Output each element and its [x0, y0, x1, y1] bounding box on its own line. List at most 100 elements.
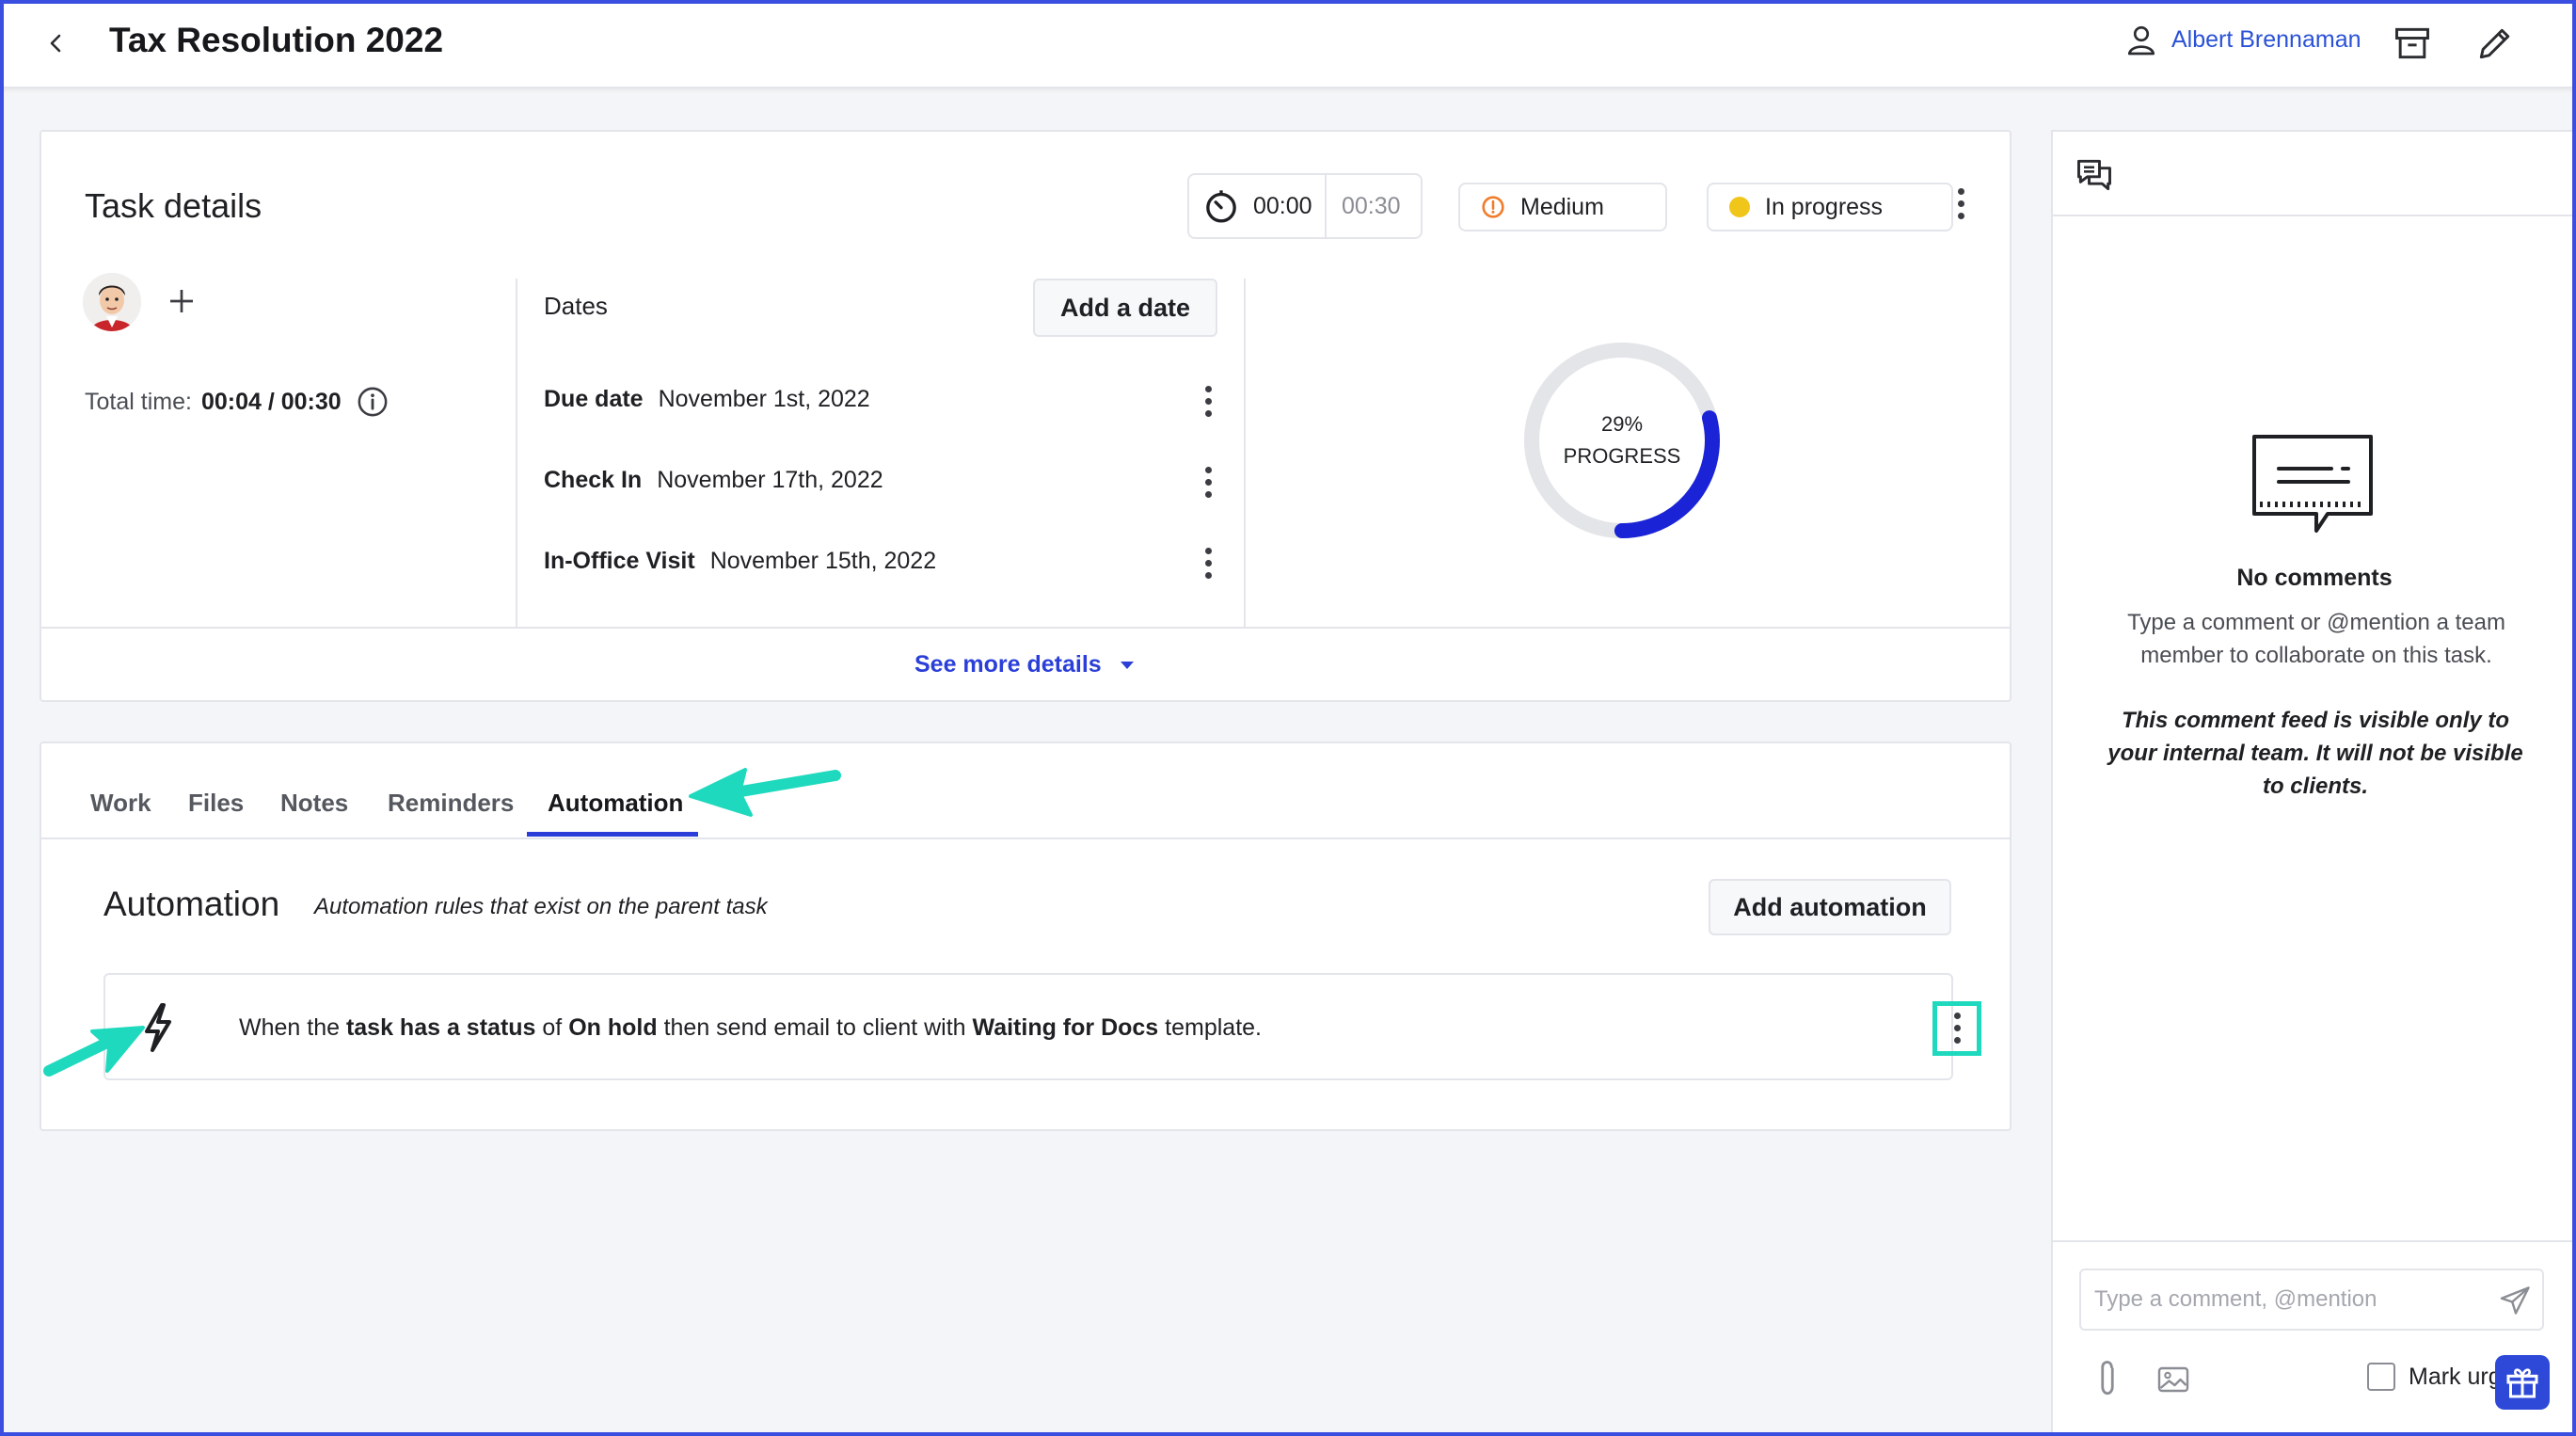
column-divider: [1244, 279, 1246, 627]
date-options-button[interactable]: [1189, 544, 1227, 582]
info-icon[interactable]: [357, 386, 389, 418]
date-label: Due date: [544, 386, 644, 412]
automation-title: Automation: [103, 885, 280, 923]
tab-bar: Work Files Notes Reminders Automation: [41, 743, 2010, 839]
see-more-label: See more details: [914, 651, 1102, 678]
timer-elapsed: 00:00: [1253, 192, 1312, 219]
progress-percent: 29%: [1600, 412, 1644, 436]
date-label: In-Office Visit: [544, 548, 695, 574]
user-name[interactable]: Albert Brennaman: [2171, 26, 2361, 54]
kebab-dot: [1953, 1024, 1961, 1031]
total-time-value: 00:04 / 00:30: [200, 388, 342, 415]
send-icon[interactable]: [2499, 1284, 2533, 1317]
comments-header: [2053, 132, 2576, 216]
kebab-icon: [1204, 466, 1212, 473]
top-header: Tax Resolution 2022 Albert Brennaman: [0, 0, 2576, 88]
add-assignee-button[interactable]: [158, 279, 205, 326]
add-automation-button[interactable]: Add automation: [1709, 879, 1951, 935]
see-more-details-link[interactable]: See more details: [914, 651, 1136, 678]
back-button[interactable]: [38, 24, 75, 62]
kebab-dot: [1204, 409, 1212, 417]
avatar[interactable]: [83, 273, 141, 331]
plus-icon: [170, 290, 193, 312]
kebab-dot: [1204, 478, 1212, 486]
progress-ring: 29% PROGRESS: [1522, 341, 1722, 540]
caret-down-icon: [1120, 661, 1134, 669]
image-icon[interactable]: [2156, 1364, 2190, 1395]
date-value: November 15th, 2022: [709, 548, 937, 574]
total-time: Total time: 00:04 / 00:30: [85, 386, 389, 418]
tab-automation[interactable]: Automation: [548, 789, 683, 818]
date-row: In-Office Visit November 15th, 2022: [544, 548, 936, 580]
archive-icon: [2395, 27, 2429, 59]
rule-text-part: template.: [1158, 1014, 1262, 1041]
gift-icon: [2506, 1368, 2538, 1398]
rule-text-part: When the: [239, 1014, 346, 1041]
tab-files[interactable]: Files: [188, 789, 244, 818]
back-icon: [50, 34, 61, 53]
kebab-dot: [1953, 1036, 1961, 1044]
tab-notes[interactable]: Notes: [280, 789, 348, 818]
visibility-note: This comment feed is visible only to you…: [2107, 708, 2523, 799]
rule-status: On hold: [568, 1014, 658, 1041]
annotation-arrow-tab: [689, 768, 841, 817]
total-time-label: Total time:: [85, 388, 192, 415]
column-divider: [516, 279, 517, 627]
task-options-button[interactable]: [1942, 184, 1980, 222]
kebab-icon: [1953, 1012, 1961, 1019]
kebab-icon: [1204, 385, 1212, 392]
tabs-card: Work Files Notes Reminders Automation Au…: [40, 742, 2012, 1131]
timer-icon[interactable]: [1202, 187, 1240, 225]
tab-reminders[interactable]: Reminders: [388, 789, 514, 818]
rule-text-part: then send email to client with: [657, 1014, 973, 1041]
automation-options-button[interactable]: [1938, 1009, 1976, 1046]
alert-icon: [1482, 196, 1504, 218]
gift-button[interactable]: [2495, 1355, 2550, 1410]
kebab-dot: [1957, 199, 1964, 207]
no-comments-illustration: [2252, 435, 2373, 533]
progress-label: PROGRESS: [1563, 444, 1681, 468]
automation-rule-text: When the task has a status of On hold th…: [239, 1014, 1262, 1042]
chat-icon[interactable]: [2074, 154, 2115, 196]
date-value: November 1st, 2022: [658, 386, 870, 412]
task-details-title: Task details: [85, 186, 262, 225]
page-title: Tax Resolution 2022: [109, 21, 444, 59]
add-date-button[interactable]: Add a date: [1033, 279, 1217, 337]
rule-text-part: of: [535, 1014, 569, 1041]
paperclip-icon[interactable]: [2092, 1359, 2123, 1398]
mark-urgent-checkbox[interactable]: [2367, 1363, 2395, 1391]
active-tab-indicator: [527, 832, 698, 837]
date-row: Check In November 17th, 2022: [544, 467, 883, 494]
priority-label: Medium: [1520, 193, 1604, 220]
timer-estimate[interactable]: 00:30: [1327, 193, 1401, 220]
comment-input[interactable]: [2079, 1268, 2544, 1331]
archive-button[interactable]: [2392, 23, 2433, 64]
pencil-icon: [2479, 28, 2510, 59]
kebab-dot: [1204, 571, 1212, 579]
dates-label: Dates: [544, 292, 608, 320]
date-options-button[interactable]: [1189, 382, 1227, 420]
kebab-dot: [1204, 490, 1212, 498]
rule-condition: task has a status: [345, 1014, 536, 1041]
task-details-card: Task details 00:00 00:30 Medium In progr…: [40, 130, 2012, 702]
annotation-arrow-icon: [43, 1026, 145, 1077]
assignee-link[interactable]: Albert Brennaman: [2124, 23, 2361, 56]
edit-button[interactable]: [2474, 23, 2516, 64]
kebab-icon: [1957, 187, 1964, 195]
automation-rule: When the task has a status of On hold th…: [103, 973, 1981, 1080]
kebab-icon: [1204, 547, 1212, 554]
priority-selector[interactable]: Medium: [1458, 183, 1667, 231]
status-selector[interactable]: In progress: [1707, 183, 1953, 231]
tab-work[interactable]: Work: [90, 789, 151, 818]
no-comments-message: Type a comment or @mention a team member…: [2127, 610, 2505, 668]
kebab-dot: [1204, 397, 1212, 405]
date-value: November 17th, 2022: [657, 467, 883, 493]
comments-panel: No comments Type a comment or @mention a…: [2051, 130, 2576, 1436]
automation-subtitle: Automation rules that exist on the paren…: [314, 894, 768, 919]
user-icon: [2127, 25, 2155, 56]
kebab-dot: [1204, 559, 1212, 566]
rule-template: Waiting for Docs: [972, 1014, 1159, 1041]
date-options-button[interactable]: [1189, 463, 1227, 501]
timer-control[interactable]: 00:00 00:30: [1187, 173, 1423, 239]
status-label: In progress: [1765, 193, 1884, 220]
